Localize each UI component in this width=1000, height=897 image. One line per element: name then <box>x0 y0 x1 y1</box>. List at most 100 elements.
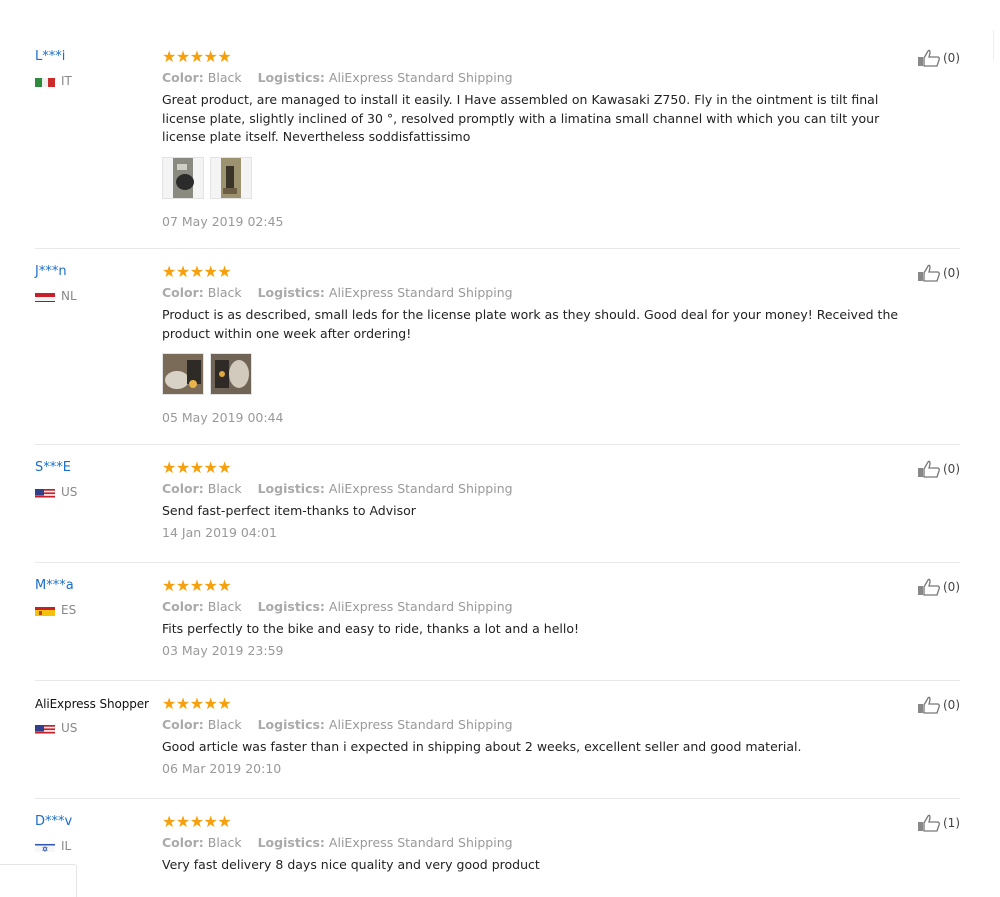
color-label: Color: <box>162 70 204 85</box>
helpful-button[interactable]: (1) <box>917 814 960 832</box>
review-body: ★★★★★ Color: Black Logistics: AliExpress… <box>162 264 922 426</box>
helpful-button[interactable]: (0) <box>917 460 960 478</box>
review-list: L***i IT ★★★★★ Color: Black Logistics: A… <box>0 0 1000 897</box>
reviewer-country: ES <box>35 603 160 617</box>
review-text: Very fast delivery 8 days nice quality a… <box>162 857 540 872</box>
color-label: Color: <box>162 717 204 732</box>
logistics-label: Logistics: <box>257 285 325 300</box>
logistics-value: AliExpress Standard Shipping <box>328 70 513 85</box>
review-photos <box>162 353 922 395</box>
logistics-value: AliExpress Standard Shipping <box>328 285 513 300</box>
review-date: 06 Mar 2019 20:10 <box>162 760 282 776</box>
review-text: Fits perfectly to the bike and easy to r… <box>162 621 580 636</box>
reviewer-name[interactable]: J***n <box>35 264 160 280</box>
color-value: Black <box>207 481 242 496</box>
review-body: ★★★★★ Color: Black Logistics: AliExpress… <box>162 460 922 541</box>
flag-spain-icon <box>35 604 55 616</box>
star-rating: ★★★★★ <box>162 262 232 281</box>
helpful-count: (0) <box>943 266 960 280</box>
reviewer-name[interactable]: S***E <box>35 460 160 476</box>
thumbs-up-icon <box>918 814 940 832</box>
logistics-label: Logistics: <box>257 835 325 850</box>
country-code: US <box>61 485 78 499</box>
review-divider <box>35 680 960 681</box>
country-code: US <box>61 721 78 735</box>
floating-panel-edge <box>0 864 77 897</box>
review-divider <box>35 248 960 249</box>
helpful-button[interactable]: (0) <box>917 696 960 714</box>
review-text: Send fast-perfect item-thanks to Advisor <box>162 503 416 518</box>
logistics-value: AliExpress Standard Shipping <box>328 717 513 732</box>
logistics-value: AliExpress Standard Shipping <box>328 599 513 614</box>
thumbs-up-icon <box>918 578 940 596</box>
review-meta: Color: Black Logistics: AliExpress Stand… <box>162 717 922 733</box>
color-value: Black <box>207 835 242 850</box>
review-divider <box>35 798 960 799</box>
review-body: ★★★★★ Color: Black Logistics: AliExpress… <box>162 814 922 875</box>
review-photo-thumbnail[interactable] <box>162 156 204 199</box>
scrollbar[interactable] <box>993 30 1000 60</box>
helpful-button[interactable]: (0) <box>917 578 960 596</box>
flag-italy-icon <box>35 75 55 87</box>
reviewer-info: AliExpress Shopper US <box>35 696 160 735</box>
reviewer-info: D***v IL <box>35 814 160 853</box>
logistics-label: Logistics: <box>257 599 325 614</box>
reviewer-country: US <box>35 485 160 499</box>
review-date: 05 May 2019 00:44 <box>162 410 284 425</box>
review-body: ★★★★★ Color: Black Logistics: AliExpress… <box>162 578 922 659</box>
star-rating: ★★★★★ <box>162 694 232 713</box>
thumbs-up-icon <box>918 460 940 478</box>
star-rating: ★★★★★ <box>162 812 232 831</box>
review-photo-thumbnail[interactable] <box>210 353 252 395</box>
review-text: Product is as described, small leds for … <box>162 307 899 341</box>
review-meta: Color: Black Logistics: AliExpress Stand… <box>162 481 922 497</box>
country-code: NL <box>61 289 77 303</box>
review-meta: Color: Black Logistics: AliExpress Stand… <box>162 599 922 615</box>
helpful-button[interactable]: (0) <box>917 264 960 282</box>
color-label: Color: <box>162 481 204 496</box>
star-rating: ★★★★★ <box>162 458 232 477</box>
color-label: Color: <box>162 835 204 850</box>
color-value: Black <box>207 599 242 614</box>
reviewer-info: S***E US <box>35 460 160 499</box>
review-meta: Color: Black Logistics: AliExpress Stand… <box>162 835 922 851</box>
review-photo-thumbnail[interactable] <box>162 353 204 395</box>
reviewer-country: IT <box>35 74 160 88</box>
reviewer-country: US <box>35 721 160 735</box>
review-text: Great product, are managed to install it… <box>162 92 880 144</box>
reviewer-name: AliExpress Shopper <box>35 697 149 711</box>
reviewer-name[interactable]: M***a <box>35 578 160 594</box>
reviewer-name[interactable]: L***i <box>35 49 160 65</box>
star-rating: ★★★★★ <box>162 576 232 595</box>
helpful-button[interactable]: (0) <box>917 49 960 67</box>
review-text: Good article was faster than i expected … <box>162 739 802 754</box>
thumbs-up-icon <box>918 264 940 282</box>
reviewer-info: J***n NL <box>35 264 160 303</box>
color-value: Black <box>207 70 242 85</box>
country-code: ES <box>61 603 77 617</box>
reviewer-info: M***a ES <box>35 578 160 617</box>
helpful-count: (0) <box>943 580 960 594</box>
color-label: Color: <box>162 285 204 300</box>
review-photo-thumbnail[interactable] <box>210 156 252 199</box>
country-code: IT <box>61 74 72 88</box>
helpful-count: (0) <box>943 51 960 65</box>
review-body: ★★★★★ Color: Black Logistics: AliExpress… <box>162 696 922 777</box>
color-label: Color: <box>162 599 204 614</box>
helpful-count: (0) <box>943 698 960 712</box>
review-body: ★★★★★ Color: Black Logistics: AliExpress… <box>162 49 922 230</box>
logistics-label: Logistics: <box>257 717 325 732</box>
reviewer-info: L***i IT <box>35 49 160 88</box>
reviewer-country: NL <box>35 289 160 303</box>
flag-us-icon <box>35 486 55 498</box>
color-value: Black <box>207 717 242 732</box>
color-value: Black <box>207 285 242 300</box>
logistics-label: Logistics: <box>257 70 325 85</box>
flag-us-icon <box>35 722 55 734</box>
country-code: IL <box>61 839 72 853</box>
helpful-count: (1) <box>943 816 960 830</box>
reviewer-name[interactable]: D***v <box>35 814 160 830</box>
logistics-value: AliExpress Standard Shipping <box>328 481 513 496</box>
thumbs-up-icon <box>918 49 940 67</box>
star-rating: ★★★★★ <box>162 47 232 66</box>
